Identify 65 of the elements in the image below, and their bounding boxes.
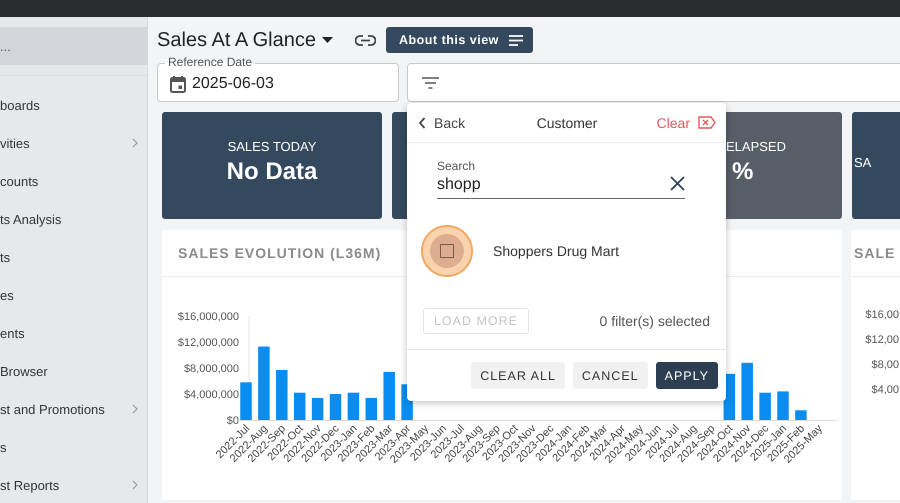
axis-label: $4,000,000 — [184, 389, 239, 401]
axis-label: $0 — [226, 415, 239, 427]
chart-bar — [777, 391, 789, 420]
action-button[interactable]: APPLY — [656, 362, 718, 389]
sidebar-item[interactable]: s — [0, 428, 147, 466]
close-icon[interactable] — [670, 176, 685, 191]
kpi-value: % — [732, 158, 754, 186]
axis-label: $16,00 — [865, 309, 899, 321]
checkbox[interactable] — [440, 244, 454, 258]
back-button[interactable]: Back — [416, 112, 468, 132]
kpi-label: SA — [854, 155, 872, 170]
chart-bar — [276, 370, 288, 420]
search-label: Search — [437, 159, 476, 173]
sidebar-item[interactable]: st Reports — [0, 466, 147, 503]
sidebar-item[interactable]: st and Promotions — [0, 390, 147, 428]
chart-title: SALES EVOLUTION (L36M) — [178, 245, 382, 261]
axis-label: $8,000,000 — [184, 363, 239, 375]
sidebar-item[interactable]: vities — [0, 124, 147, 162]
chart-bar — [294, 392, 306, 420]
sidebar-item[interactable]: ents — [0, 314, 147, 352]
chart-bar — [312, 398, 324, 420]
clear-button[interactable]: Clear — [654, 112, 718, 132]
kpi-label: SALES TODAY — [228, 139, 316, 154]
clear-tag-icon — [698, 116, 716, 129]
sidebar-item[interactable]: Browser — [0, 352, 147, 390]
chart-bar — [366, 398, 378, 420]
sidebar-item[interactable]: boards — [0, 86, 147, 124]
search-field[interactable]: shopp — [437, 176, 637, 194]
sidebar-item[interactable]: es — [0, 276, 147, 314]
action-button[interactable]: CLEAR ALL — [471, 362, 565, 389]
sidebar-item[interactable]: ts — [0, 238, 147, 276]
filter-icon — [422, 76, 439, 88]
selection-count: 0 filter(s) selected — [600, 313, 710, 329]
sidebar-item[interactable]: ts Analysis — [0, 200, 147, 238]
axis-label: $12,00 — [865, 334, 899, 346]
chevron-right-icon — [132, 480, 138, 490]
sidebar-item[interactable]: counts — [0, 162, 147, 200]
chart-bar — [795, 410, 807, 420]
chart-bar — [330, 394, 342, 420]
menu-lines-icon — [508, 34, 523, 46]
chevron-right-icon — [132, 404, 138, 414]
link-icon[interactable] — [355, 34, 376, 46]
chart-bar — [759, 392, 771, 420]
action-button[interactable]: CANCEL — [572, 362, 648, 389]
chevron-left-icon — [418, 116, 426, 128]
chart-bar — [741, 362, 753, 420]
chart-bar — [240, 382, 252, 420]
popup-title: Customer — [536, 114, 598, 130]
axis-label: $16,000,000 — [178, 311, 239, 323]
chart-bar — [383, 372, 395, 420]
about-button[interactable]: About this view — [386, 27, 533, 53]
chart-bar — [348, 392, 360, 420]
chart-title: SALE — [854, 245, 896, 261]
kpi-value: No Data — [226, 158, 318, 186]
calendar-icon — [170, 74, 186, 92]
axis-label: $8,00 — [871, 359, 899, 371]
sidebar-item[interactable]: ... — [0, 27, 147, 65]
chevron-right-icon — [132, 138, 138, 148]
page-title[interactable]: Sales At A Glance — [157, 28, 316, 52]
axis-label: $4,00 — [871, 384, 899, 396]
kpi-label: ELAPSED — [726, 139, 786, 154]
reference-date-field[interactable]: Reference Date 2025-06-03 — [157, 56, 399, 102]
caret-down-icon[interactable] — [322, 37, 333, 43]
option-label[interactable]: Shoppers Drug Mart — [493, 243, 620, 259]
axis-label: $12,000,000 — [178, 337, 239, 349]
